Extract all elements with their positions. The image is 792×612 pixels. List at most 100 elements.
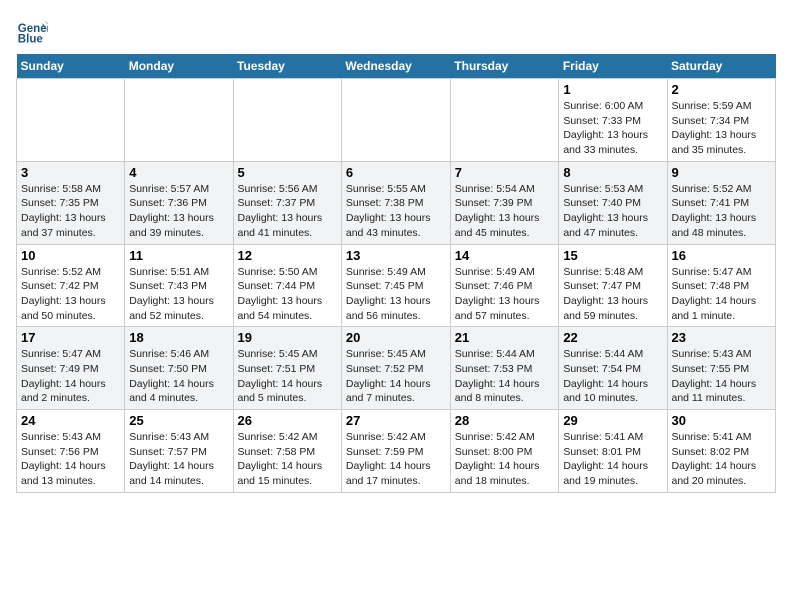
day-info: Sunrise: 5:58 AM Sunset: 7:35 PM Dayligh… (21, 182, 120, 241)
calendar-cell (125, 79, 233, 162)
day-info: Sunrise: 5:56 AM Sunset: 7:37 PM Dayligh… (238, 182, 337, 241)
calendar-cell: 24 Sunrise: 5:43 AM Sunset: 7:56 PM Dayli… (17, 410, 125, 493)
logo: General Blue (16, 16, 52, 48)
day-number: 11 (129, 248, 228, 263)
day-info: Sunrise: 5:41 AM Sunset: 8:01 PM Dayligh… (563, 430, 662, 489)
calendar-cell: 7Sunrise: 5:54 AM Sunset: 7:39 PM Daylig… (450, 161, 559, 244)
calendar-cell: 12 Sunrise: 5:50 AM Sunset: 7:44 PM Dayli… (233, 244, 341, 327)
day-info: Sunrise: 6:00 AM Sunset: 7:33 PM Dayligh… (563, 99, 662, 158)
weekday-header-saturday: Saturday (667, 54, 776, 79)
day-info: Sunrise: 5:52 AM Sunset: 7:41 PM Dayligh… (672, 182, 772, 241)
weekday-header-sunday: Sunday (17, 54, 125, 79)
day-number: 1 (563, 82, 662, 97)
calendar-cell: 5 Sunrise: 5:56 AM Sunset: 7:37 PM Daylig… (233, 161, 341, 244)
calendar-cell: 17 Sunrise: 5:47 AM Sunset: 7:49 PM Dayli… (17, 327, 125, 410)
calendar-cell (450, 79, 559, 162)
day-info: Sunrise: 5:42 AM Sunset: 8:00 PM Dayligh… (455, 430, 555, 489)
day-info: Sunrise: 5:45 AM Sunset: 7:51 PM Dayligh… (238, 347, 337, 406)
calendar-cell: 23 Sunrise: 5:43 AM Sunset: 7:55 PM Dayli… (667, 327, 776, 410)
day-number: 28 (455, 413, 555, 428)
day-info: Sunrise: 5:43 AM Sunset: 7:56 PM Dayligh… (21, 430, 120, 489)
day-number: 13 (346, 248, 446, 263)
day-info: Sunrise: 5:43 AM Sunset: 7:57 PM Dayligh… (129, 430, 228, 489)
day-info: Sunrise: 5:49 AM Sunset: 7:45 PM Dayligh… (346, 265, 446, 324)
day-number: 25 (129, 413, 228, 428)
day-number: 20 (346, 330, 446, 345)
day-info: Sunrise: 5:46 AM Sunset: 7:50 PM Dayligh… (129, 347, 228, 406)
calendar-cell (233, 79, 341, 162)
day-number: 4 (129, 165, 228, 180)
calendar-cell: 18 Sunrise: 5:46 AM Sunset: 7:50 PM Dayli… (125, 327, 233, 410)
calendar-cell: 14 Sunrise: 5:49 AM Sunset: 7:46 PM Dayli… (450, 244, 559, 327)
calendar-cell (341, 79, 450, 162)
day-number: 17 (21, 330, 120, 345)
logo-icon: General Blue (16, 16, 48, 48)
calendar-cell: 8 Sunrise: 5:53 AM Sunset: 7:40 PM Daylig… (559, 161, 667, 244)
day-number: 6 (346, 165, 446, 180)
day-number: 27 (346, 413, 446, 428)
header: General Blue (16, 16, 776, 48)
day-number: 9 (672, 165, 772, 180)
calendar-table: SundayMondayTuesdayWednesdayThursdayFrid… (16, 54, 776, 493)
calendar-cell: 16 Sunrise: 5:47 AM Sunset: 7:48 PM Dayli… (667, 244, 776, 327)
day-info: Sunrise: 5:44 AM Sunset: 7:54 PM Dayligh… (563, 347, 662, 406)
calendar-cell: 20 Sunrise: 5:45 AM Sunset: 7:52 PM Dayli… (341, 327, 450, 410)
calendar-cell: 1 Sunrise: 6:00 AM Sunset: 7:33 PM Daylig… (559, 79, 667, 162)
calendar-cell: 11 Sunrise: 5:51 AM Sunset: 7:43 PM Dayli… (125, 244, 233, 327)
day-number: 2 (672, 82, 772, 97)
weekday-header-thursday: Thursday (450, 54, 559, 79)
day-number: 29 (563, 413, 662, 428)
calendar-cell: 3 Sunrise: 5:58 AM Sunset: 7:35 PM Daylig… (17, 161, 125, 244)
day-info: Sunrise: 5:53 AM Sunset: 7:40 PM Dayligh… (563, 182, 662, 241)
day-number: 22 (563, 330, 662, 345)
day-info: Sunrise: 5:57 AM Sunset: 7:36 PM Dayligh… (129, 182, 228, 241)
day-info: Sunrise: 5:42 AM Sunset: 7:58 PM Dayligh… (238, 430, 337, 489)
day-number: 18 (129, 330, 228, 345)
calendar-cell: 15 Sunrise: 5:48 AM Sunset: 7:47 PM Dayli… (559, 244, 667, 327)
day-number: 14 (455, 248, 555, 263)
day-number: 30 (672, 413, 772, 428)
weekday-header-monday: Monday (125, 54, 233, 79)
calendar-cell: 4 Sunrise: 5:57 AM Sunset: 7:36 PM Daylig… (125, 161, 233, 244)
calendar-cell: 22 Sunrise: 5:44 AM Sunset: 7:54 PM Dayli… (559, 327, 667, 410)
day-number: 21 (455, 330, 555, 345)
day-info: Sunrise: 5:55 AM Sunset: 7:38 PM Dayligh… (346, 182, 446, 241)
day-number: 16 (672, 248, 772, 263)
weekday-header-friday: Friday (559, 54, 667, 79)
day-number: 24 (21, 413, 120, 428)
day-info: Sunrise: 5:47 AM Sunset: 7:48 PM Dayligh… (672, 265, 772, 324)
day-info: Sunrise: 5:48 AM Sunset: 7:47 PM Dayligh… (563, 265, 662, 324)
calendar-cell: 27 Sunrise: 5:42 AM Sunset: 7:59 PM Dayli… (341, 410, 450, 493)
calendar-cell: 6 Sunrise: 5:55 AM Sunset: 7:38 PM Daylig… (341, 161, 450, 244)
day-info: Sunrise: 5:54 AM Sunset: 7:39 PM Dayligh… (455, 182, 555, 241)
calendar-cell: 26 Sunrise: 5:42 AM Sunset: 7:58 PM Dayli… (233, 410, 341, 493)
calendar-cell: 28 Sunrise: 5:42 AM Sunset: 8:00 PM Dayli… (450, 410, 559, 493)
day-info: Sunrise: 5:59 AM Sunset: 7:34 PM Dayligh… (672, 99, 772, 158)
day-number: 5 (238, 165, 337, 180)
day-info: Sunrise: 5:41 AM Sunset: 8:02 PM Dayligh… (672, 430, 772, 489)
weekday-header-tuesday: Tuesday (233, 54, 341, 79)
day-number: 8 (563, 165, 662, 180)
day-info: Sunrise: 5:43 AM Sunset: 7:55 PM Dayligh… (672, 347, 772, 406)
day-info: Sunrise: 5:49 AM Sunset: 7:46 PM Dayligh… (455, 265, 555, 324)
day-info: Sunrise: 5:45 AM Sunset: 7:52 PM Dayligh… (346, 347, 446, 406)
calendar-cell: 2 Sunrise: 5:59 AM Sunset: 7:34 PM Daylig… (667, 79, 776, 162)
calendar-cell: 19Sunrise: 5:45 AM Sunset: 7:51 PM Dayli… (233, 327, 341, 410)
day-number: 3 (21, 165, 120, 180)
calendar-cell: 30 Sunrise: 5:41 AM Sunset: 8:02 PM Dayli… (667, 410, 776, 493)
svg-text:Blue: Blue (18, 34, 44, 46)
day-number: 10 (21, 248, 120, 263)
calendar-cell: 9 Sunrise: 5:52 AM Sunset: 7:41 PM Daylig… (667, 161, 776, 244)
day-number: 23 (672, 330, 772, 345)
day-info: Sunrise: 5:51 AM Sunset: 7:43 PM Dayligh… (129, 265, 228, 324)
calendar-cell: 21 Sunrise: 5:44 AM Sunset: 7:53 PM Dayli… (450, 327, 559, 410)
day-info: Sunrise: 5:42 AM Sunset: 7:59 PM Dayligh… (346, 430, 446, 489)
day-info: Sunrise: 5:44 AM Sunset: 7:53 PM Dayligh… (455, 347, 555, 406)
day-info: Sunrise: 5:47 AM Sunset: 7:49 PM Dayligh… (21, 347, 120, 406)
day-number: 12 (238, 248, 337, 263)
calendar-cell (17, 79, 125, 162)
day-number: 26 (238, 413, 337, 428)
day-number: 15 (563, 248, 662, 263)
calendar-cell: 13 Sunrise: 5:49 AM Sunset: 7:45 PM Dayli… (341, 244, 450, 327)
day-info: Sunrise: 5:50 AM Sunset: 7:44 PM Dayligh… (238, 265, 337, 324)
